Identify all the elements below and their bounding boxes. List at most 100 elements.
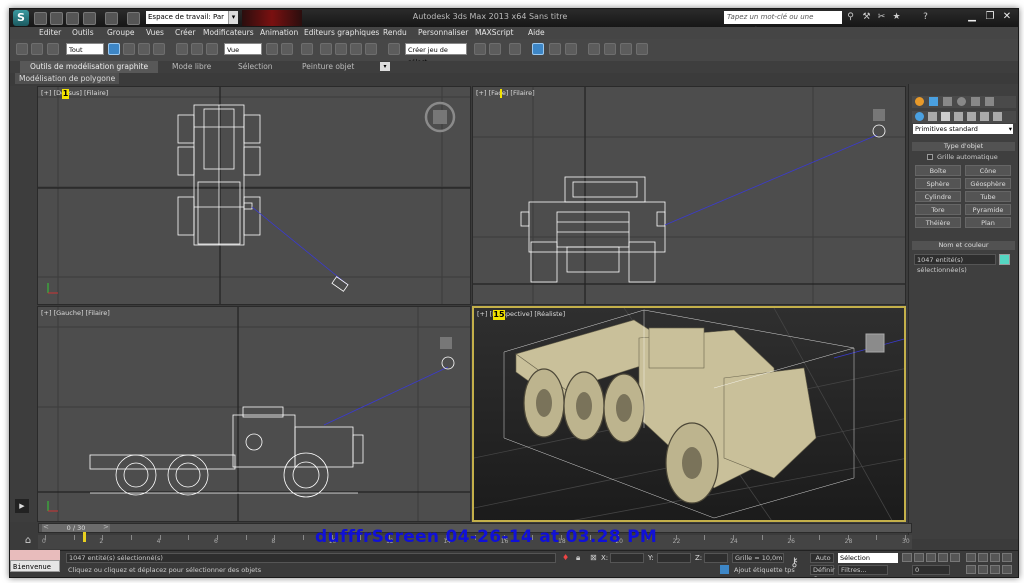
cone-button[interactable]: Cône [965,165,1011,176]
current-frame-field[interactable]: 0 [912,565,950,575]
viewport-label[interactable]: [+] [Perspective] [Réaliste] [477,310,565,318]
previous-frame-icon[interactable] [914,553,924,562]
keyboard-shortcut-icon[interactable] [301,43,313,55]
menu-tools[interactable]: Outils [72,27,94,39]
chevron-left-icon[interactable]: < [43,523,49,531]
cylinder-button[interactable]: Cylindre [915,191,961,202]
mirror-icon[interactable] [474,43,486,55]
app-logo[interactable]: S [13,10,29,26]
maxscript-listener-mini[interactable] [10,550,60,560]
render-teapot-icon[interactable] [636,43,648,55]
material-editor-icon[interactable] [588,43,600,55]
key-mode-select[interactable]: Sélection [838,553,898,563]
viewport-label[interactable]: [+] [Dessus] [Filaire] [41,89,108,97]
spinner-snap-icon[interactable] [365,43,377,55]
selection-filter-select[interactable]: Tout [66,43,104,55]
key-icon[interactable]: ⚷ [790,555,799,569]
object-color-swatch[interactable] [999,254,1010,265]
minimize-button[interactable]: ▁ [962,10,982,24]
menu-views[interactable]: Vues [146,27,164,39]
polygon-modeling-panel[interactable]: Modélisation de polygone [15,73,119,84]
play-animation-icon[interactable] [926,553,936,562]
move-icon[interactable] [176,43,188,55]
curve-editor-icon[interactable] [549,43,561,55]
search-input[interactable]: Tapez un mot-clé ou une expression [724,11,842,34]
percent-snap-icon[interactable] [350,43,362,55]
unlink-icon[interactable] [31,43,43,55]
zoom-icon[interactable] [966,553,976,562]
named-selection-input[interactable]: Créer jeu de sélect [405,43,467,66]
viewport-label[interactable]: [+] [Gauche] [Filaire] [41,309,110,317]
snap-toggle-icon[interactable] [320,43,332,55]
utilities-tab-icon[interactable] [985,97,994,106]
maximize-viewport-icon[interactable] [1002,565,1012,574]
viewport-top[interactable]: [+] [Dessus] [Filaire] 1 [37,86,471,305]
isolate-icon[interactable]: ♦ [562,553,569,562]
tube-button[interactable]: Tube [965,191,1011,202]
save-file-icon[interactable] [66,12,79,25]
create-tab-icon[interactable] [915,97,924,106]
object-name-field[interactable]: 1047 entité(s) sélectionnée(s) [914,254,996,274]
select-object-icon[interactable] [108,43,120,55]
add-time-tag-label[interactable]: Ajout étiquette tps [734,566,795,574]
reference-coord-select[interactable]: Vue [224,43,262,55]
menu-help[interactable]: Aide [528,27,545,39]
cameras-icon[interactable] [954,112,963,121]
z-coord-field[interactable] [704,553,728,563]
sphere-button[interactable]: Sphère [915,178,961,189]
pivot-center-icon[interactable] [266,43,278,55]
tab-object-paint[interactable]: Peinture objet [292,61,364,73]
zoom-all-icon[interactable] [978,553,988,562]
menu-customize[interactable]: Personnaliser [418,27,468,39]
chevron-right-icon[interactable]: > [103,523,109,531]
go-to-end-icon[interactable] [950,553,960,562]
menu-group[interactable]: Groupe [107,27,134,39]
menu-rendering[interactable]: Rendu [383,27,407,39]
pan-icon[interactable] [978,565,988,574]
display-tab-icon[interactable] [971,97,980,106]
tab-selection[interactable]: Sélection [228,61,283,73]
orbit-icon[interactable] [990,565,1000,574]
x-coord-field[interactable] [610,553,644,563]
welcome-field[interactable]: Bienvenue [10,560,60,572]
torus-button[interactable]: Tore [915,204,961,215]
ribbon-options-icon[interactable]: ▾ [380,62,390,71]
select-by-name-icon[interactable] [123,43,135,55]
rendered-frame-icon[interactable] [620,43,632,55]
viewport-front[interactable]: [+] [Face] [Filaire] [472,86,906,305]
menu-maxscript[interactable]: MAXScript [475,27,514,39]
open-file-icon[interactable] [50,12,63,25]
y-coord-field[interactable] [657,553,691,563]
play-icon[interactable]: ▶ [15,499,29,513]
modify-tab-icon[interactable] [929,97,938,106]
geosphere-button[interactable]: Géosphère [965,178,1011,189]
scale-icon[interactable] [206,43,218,55]
name-color-rollout[interactable]: Nom et couleur [912,241,1015,250]
lock-icon[interactable]: 🔒︎ [576,553,580,563]
lights-icon[interactable] [941,112,950,121]
go-to-start-icon[interactable] [902,553,912,562]
mini-curve-editor-icon[interactable]: ⌂ [20,535,36,549]
helpers-icon[interactable] [967,112,976,121]
viewport-left[interactable]: [+] [Gauche] [Filaire] [37,306,471,522]
menu-animation[interactable]: Animation [260,27,298,39]
new-file-icon[interactable] [34,12,47,25]
redo-icon[interactable] [105,12,118,25]
help-icon[interactable]: ? [920,12,931,23]
communication-icon[interactable]: ✂ [876,12,887,23]
time-slider-thumb[interactable]: 0 / 30 [42,524,110,532]
undo-icon[interactable] [83,12,96,25]
workspace-select[interactable]: Espace de travail: Par ▾ [146,11,238,24]
layer-manager-icon[interactable] [509,43,521,55]
tab-freeform[interactable]: Mode libre [162,61,221,73]
hierarchy-tab-icon[interactable] [943,97,952,106]
subscription-icon[interactable]: ⚒ [861,12,872,23]
menu-edit[interactable]: Editer [39,27,61,39]
current-frame-marker[interactable] [83,532,86,542]
object-category-select[interactable]: Primitives standard ▾ [913,124,1013,134]
close-button[interactable]: ✕ [997,10,1017,24]
rect-selection-icon[interactable] [138,43,150,55]
time-tag-icon[interactable] [720,565,729,574]
object-type-rollout[interactable]: Type d'objet [912,142,1015,151]
favorites-icon[interactable]: ★ [891,12,902,23]
